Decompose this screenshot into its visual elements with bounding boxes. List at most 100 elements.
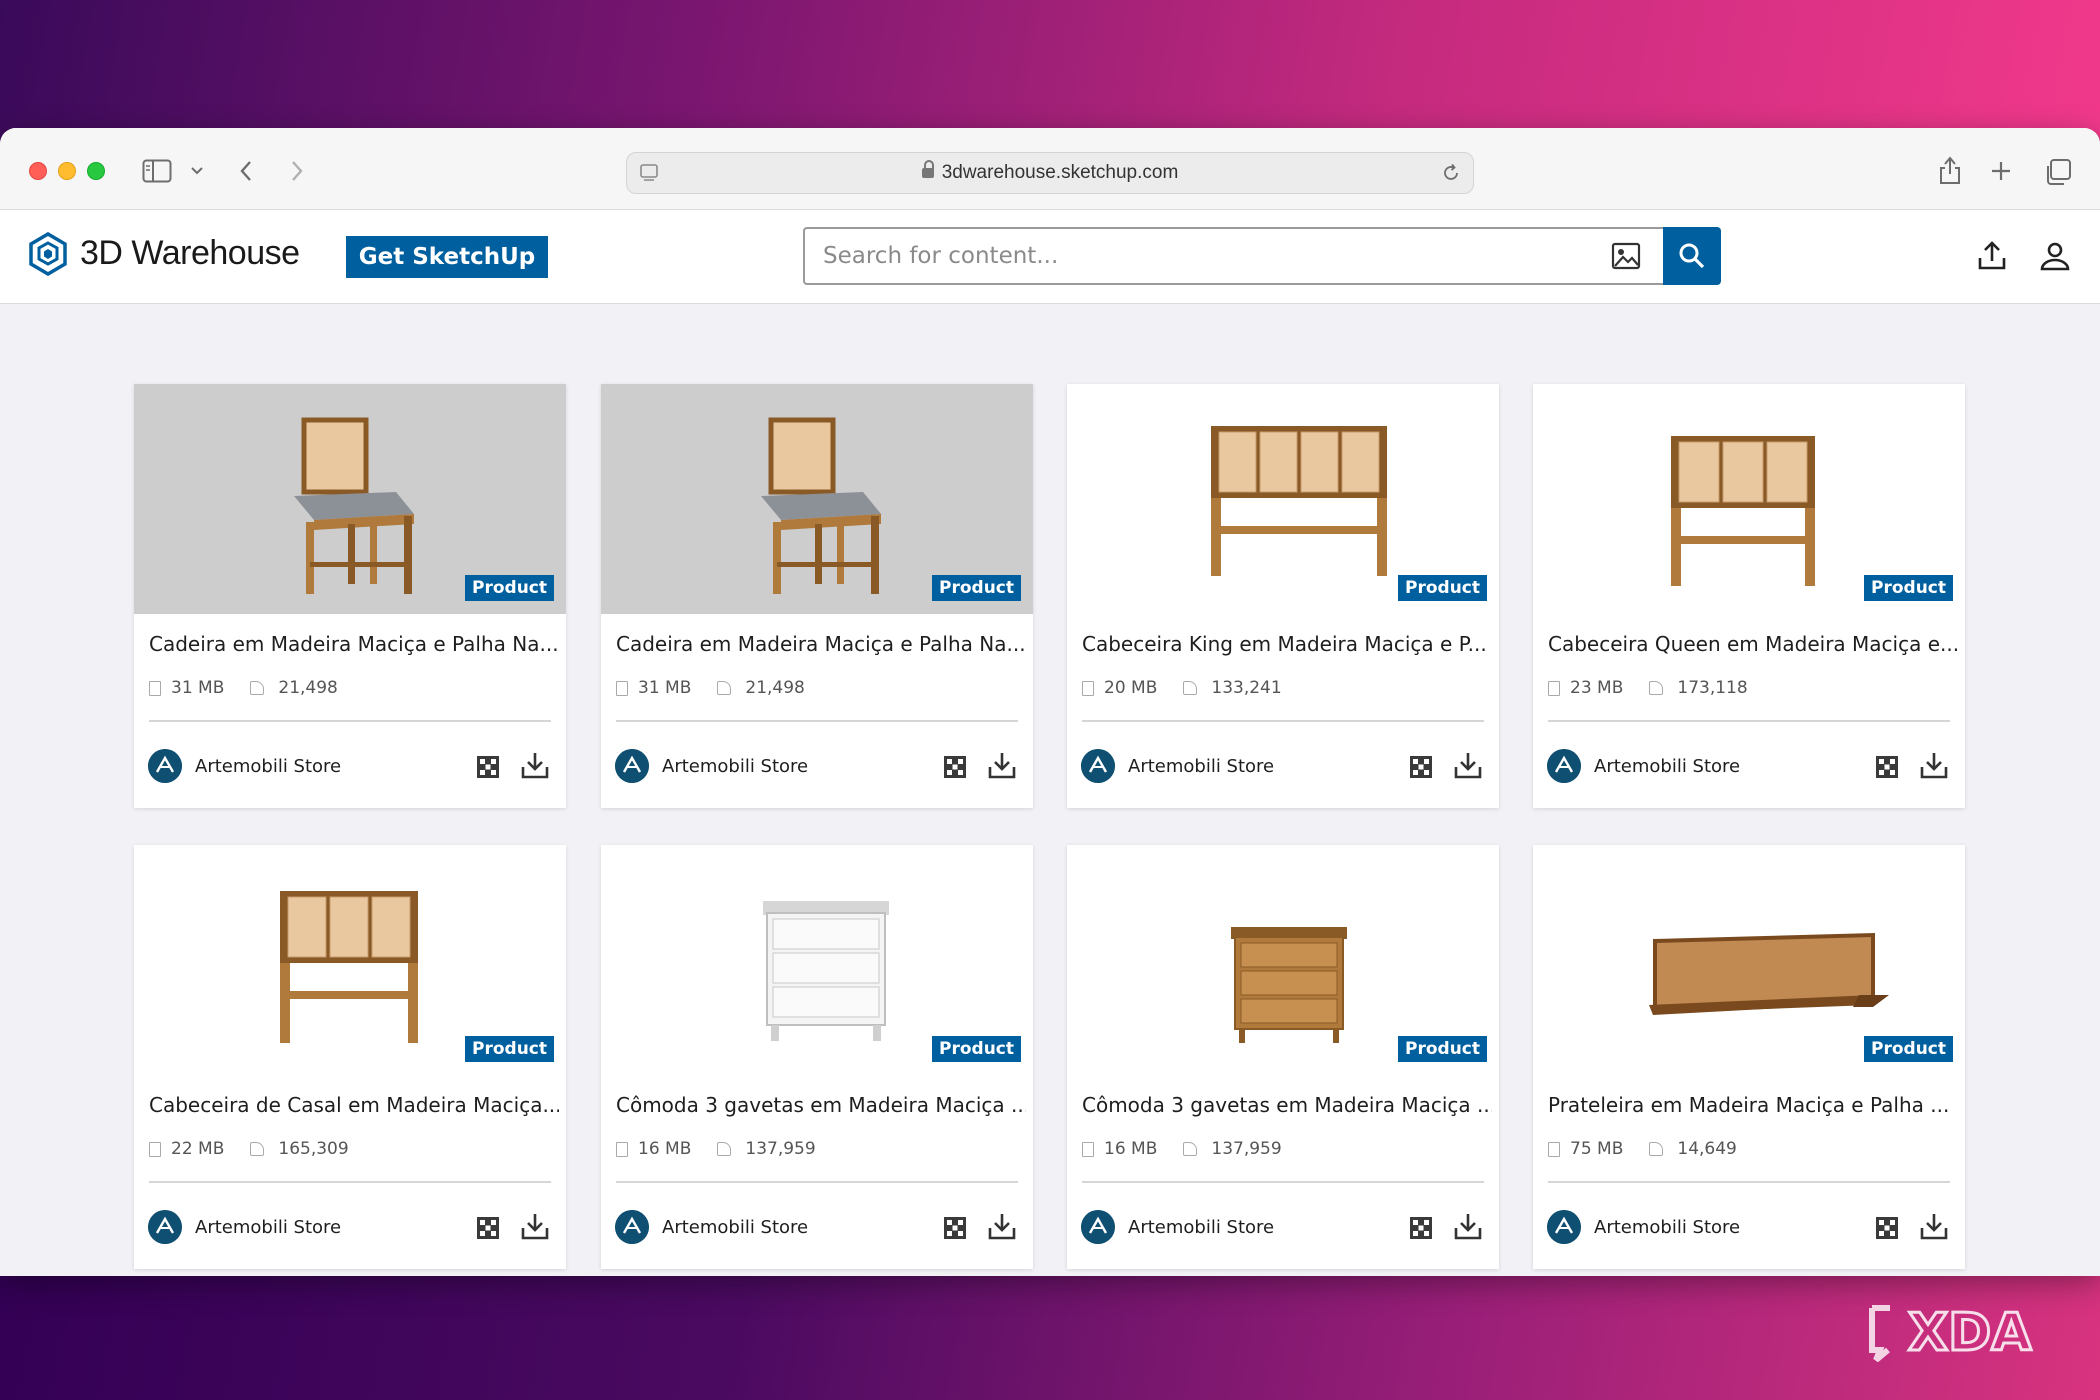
file-size: 20 MB	[1104, 678, 1158, 698]
store-avatar[interactable]	[1547, 1210, 1581, 1244]
file-size: 23 MB	[1570, 678, 1624, 698]
model-title[interactable]: Cadeira em Madeira Maciça e Palha Na...	[616, 632, 1026, 656]
chevron-down-icon[interactable]	[190, 166, 204, 176]
views-icon	[1183, 681, 1198, 695]
file-size-icon	[1548, 680, 1560, 696]
model-meta: 23 MB 173,118	[1548, 678, 1748, 698]
store-name[interactable]: Artemobili Store	[1594, 1217, 1740, 1238]
store-avatar[interactable]	[148, 1210, 182, 1244]
logo-text[interactable]: 3D Warehouse	[80, 234, 300, 273]
share-icon[interactable]	[1937, 154, 1963, 186]
store-name[interactable]: Artemobili Store	[195, 756, 341, 777]
file-size: 75 MB	[1570, 1139, 1624, 1159]
ar-view-icon[interactable]	[943, 755, 967, 779]
view-count: 137,959	[1211, 1139, 1282, 1159]
ar-view-icon[interactable]	[1875, 755, 1899, 779]
store-name[interactable]: Artemobili Store	[1594, 756, 1740, 777]
new-tab-icon[interactable]	[1990, 160, 2012, 182]
model-title[interactable]: Cadeira em Madeira Maciça e Palha Na...	[149, 632, 559, 656]
address-url: 3dwarehouse.sketchup.com	[627, 160, 1473, 184]
model-title[interactable]: Cômoda 3 gavetas em Madeira Maciça ...	[616, 1093, 1026, 1117]
view-count: 14,649	[1677, 1139, 1737, 1159]
model-card[interactable]: Product Cômoda 3 gavetas em Madeira Maci…	[1067, 845, 1499, 1269]
view-count: 21,498	[745, 678, 805, 698]
logo-icon[interactable]	[28, 232, 68, 276]
model-title[interactable]: Cabeceira de Casal em Madeira Maciça...	[149, 1093, 559, 1117]
image-search-icon[interactable]	[1611, 242, 1641, 270]
file-size: 31 MB	[171, 678, 225, 698]
upload-icon[interactable]	[1974, 238, 2010, 274]
search-icon	[1679, 243, 1705, 269]
model-meta: 31 MB 21,498	[616, 678, 805, 698]
sidebar-toggle-icon[interactable]	[142, 159, 172, 183]
xda-watermark: XDA	[1869, 1302, 2033, 1362]
product-badge: Product	[465, 575, 554, 601]
store-name[interactable]: Artemobili Store	[195, 1217, 341, 1238]
store-avatar[interactable]	[1081, 749, 1115, 783]
store-avatar[interactable]	[1081, 1210, 1115, 1244]
store-name[interactable]: Artemobili Store	[1128, 756, 1274, 777]
ar-view-icon[interactable]	[476, 1216, 500, 1240]
model-title[interactable]: Cômoda 3 gavetas em Madeira Maciça ...	[1082, 1093, 1492, 1117]
download-icon[interactable]	[1453, 1211, 1483, 1241]
store-name[interactable]: Artemobili Store	[662, 756, 808, 777]
file-size: 22 MB	[171, 1139, 225, 1159]
reload-icon[interactable]	[1441, 163, 1461, 183]
file-size-icon	[1082, 680, 1094, 696]
model-card[interactable]: Product Prateleira em Madeira Maciça e P…	[1533, 845, 1965, 1269]
product-badge: Product	[465, 1036, 554, 1062]
model-title[interactable]: Prateleira em Madeira Maciça e Palha ...	[1548, 1093, 1958, 1117]
file-size-icon	[149, 1141, 161, 1157]
model-card[interactable]: Product Cadeira em Madeira Maciça e Palh…	[601, 384, 1033, 808]
card-divider	[616, 720, 1018, 722]
back-icon[interactable]	[238, 159, 254, 183]
model-card[interactable]: Product Cabeceira King em Madeira Maciça…	[1067, 384, 1499, 808]
model-card[interactable]: Product Cabeceira de Casal em Madeira Ma…	[134, 845, 566, 1269]
download-icon[interactable]	[987, 1211, 1017, 1241]
get-sketchup-button[interactable]: Get SketchUp	[346, 236, 548, 278]
download-icon[interactable]	[520, 750, 550, 780]
store-avatar[interactable]	[1547, 749, 1581, 783]
download-icon[interactable]	[1919, 750, 1949, 780]
model-card[interactable]: Product Cômoda 3 gavetas em Madeira Maci…	[601, 845, 1033, 1269]
views-icon	[1649, 1142, 1664, 1156]
product-badge: Product	[932, 575, 1021, 601]
ar-view-icon[interactable]	[1875, 1216, 1899, 1240]
store-name[interactable]: Artemobili Store	[662, 1217, 808, 1238]
download-icon[interactable]	[1919, 1211, 1949, 1241]
download-icon[interactable]	[987, 750, 1017, 780]
address-bar[interactable]: 3dwarehouse.sketchup.com	[626, 152, 1474, 194]
tab-overview-icon[interactable]	[2044, 158, 2072, 186]
store-avatar[interactable]	[615, 1210, 649, 1244]
product-badge: Product	[1864, 1036, 1953, 1062]
close-window-button[interactable]	[29, 162, 47, 180]
ar-view-icon[interactable]	[1409, 1216, 1433, 1240]
model-card[interactable]: Product Cabeceira Queen em Madeira Maciç…	[1533, 384, 1965, 808]
account-icon[interactable]	[2037, 238, 2073, 274]
search-input[interactable]	[803, 227, 1665, 285]
ar-view-icon[interactable]	[1409, 755, 1433, 779]
download-icon[interactable]	[1453, 750, 1483, 780]
download-icon[interactable]	[520, 1211, 550, 1241]
views-icon	[250, 1142, 265, 1156]
model-meta: 22 MB 165,309	[149, 1139, 349, 1159]
card-divider	[1548, 1181, 1950, 1183]
url-text: 3dwarehouse.sketchup.com	[941, 162, 1179, 183]
zoom-window-button[interactable]	[87, 162, 105, 180]
model-title[interactable]: Cabeceira King em Madeira Maciça e P...	[1082, 632, 1492, 656]
file-size-icon	[149, 680, 161, 696]
ar-view-icon[interactable]	[943, 1216, 967, 1240]
model-title[interactable]: Cabeceira Queen em Madeira Maciça e...	[1548, 632, 1958, 656]
minimize-window-button[interactable]	[58, 162, 76, 180]
store-avatar[interactable]	[148, 749, 182, 783]
search-button[interactable]	[1663, 227, 1721, 285]
ar-view-icon[interactable]	[476, 755, 500, 779]
forward-icon[interactable]	[289, 159, 305, 183]
store-avatar[interactable]	[615, 749, 649, 783]
browser-window: 3dwarehouse.sketchup.com 3D Warehouse Ge…	[0, 128, 2100, 1276]
model-card[interactable]: Product Cadeira em Madeira Maciça e Palh…	[134, 384, 566, 808]
store-name[interactable]: Artemobili Store	[1128, 1217, 1274, 1238]
site-header: 3D Warehouse Get SketchUp	[0, 210, 2100, 304]
view-count: 133,241	[1211, 678, 1282, 698]
file-size: 16 MB	[1104, 1139, 1158, 1159]
